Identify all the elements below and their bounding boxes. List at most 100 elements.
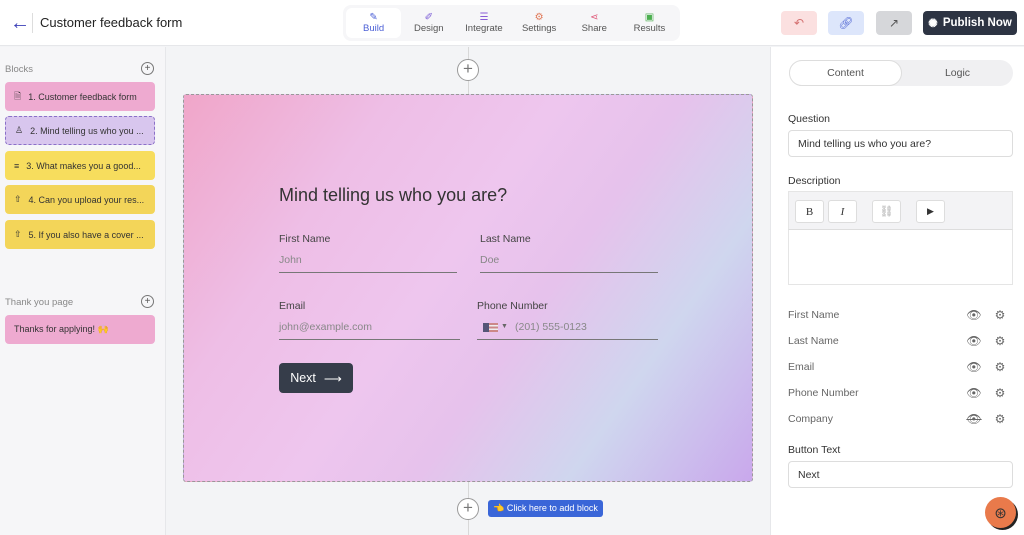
add-block-below-button[interactable]: + xyxy=(457,498,479,520)
arrow-right-icon: ⟶ xyxy=(323,371,342,386)
field-row: Email 👁︎ ⚙ xyxy=(788,358,1013,376)
add-block-above-button[interactable]: + xyxy=(457,59,479,81)
gear-icon[interactable]: ⚙ xyxy=(987,308,1013,322)
tab-design[interactable]: ✐ Design xyxy=(401,8,456,38)
description-editor[interactable] xyxy=(788,229,1013,285)
blocks-sidebar: Blocks + 🗎 1. Customer feedback form ♙ 2. … xyxy=(0,47,166,535)
add-thank-you-icon[interactable]: + xyxy=(141,295,154,308)
field-name: Company xyxy=(788,413,833,425)
bold-button[interactable]: B xyxy=(795,200,824,223)
block-label: Thanks for applying! 🙌 xyxy=(14,324,109,334)
thank-you-item[interactable]: Thanks for applying! 🙌 xyxy=(5,315,155,344)
back-arrow-icon[interactable]: ← xyxy=(10,12,30,35)
text-lines-icon: ≡ xyxy=(14,160,20,171)
block-item[interactable]: ⇧ 5. If you also have a cover ... xyxy=(5,220,155,249)
field-row: Company 👁︎ ⚙ xyxy=(788,410,1013,428)
form-preview-card[interactable]: Mind telling us who you are? First Name … xyxy=(183,94,753,482)
question-title: Mind telling us who you are? xyxy=(279,185,508,205)
field-row: Last Name 👁︎ ⚙ xyxy=(788,332,1013,350)
user-icon: ♙ xyxy=(15,125,24,135)
sparkle-icon: ✺ xyxy=(928,18,938,30)
eye-off-icon[interactable]: 👁︎ xyxy=(961,412,987,426)
add-block-hint-button[interactable]: 👈 Click here to add block xyxy=(488,500,603,517)
field-name: Last Name xyxy=(788,335,839,347)
publish-button[interactable]: ✺ Publish Now xyxy=(923,11,1017,35)
thank-you-heading: Thank you page xyxy=(5,297,74,308)
gear-icon[interactable]: ⚙ xyxy=(987,412,1013,426)
next-button[interactable]: Next ⟶ xyxy=(279,363,353,393)
last-name-label: Last Name xyxy=(480,233,531,245)
eye-icon[interactable]: 👁︎ xyxy=(961,308,987,322)
help-lifebuoy-button[interactable]: ⊛ xyxy=(985,497,1016,528)
add-block-icon[interactable]: + xyxy=(141,62,154,75)
tab-label: Share xyxy=(581,23,607,34)
tab-build[interactable]: ✎ Build xyxy=(346,8,402,38)
tab-label: Integrate xyxy=(465,23,503,34)
block-item[interactable]: ⇧ 4. Can you upload your res... xyxy=(5,185,155,214)
underline xyxy=(480,272,658,273)
lifebuoy-icon: ⊛ xyxy=(994,504,1007,522)
tab-label: Settings xyxy=(521,23,557,34)
eye-icon[interactable]: 👁︎ xyxy=(961,386,987,400)
tab-share[interactable]: ⋖ Share xyxy=(567,8,622,38)
tab-label: Results xyxy=(633,23,666,34)
underline xyxy=(279,339,460,340)
tab-label: Design xyxy=(413,23,444,34)
eye-icon[interactable]: 👁︎ xyxy=(961,334,987,348)
chart-icon: ▣ xyxy=(644,12,655,23)
question-input[interactable]: Mind telling us who you are? xyxy=(788,130,1013,157)
eye-icon[interactable]: 👁︎ xyxy=(961,360,987,374)
upload-icon: ⇧ xyxy=(14,194,22,204)
copy-link-button[interactable]: 🔗︎ xyxy=(828,11,864,35)
field-name: First Name xyxy=(788,309,840,321)
description-label: Description xyxy=(788,175,841,187)
top-bar: ← Customer feedback form ✎ Build ✐ Design … xyxy=(0,0,1024,46)
link-button[interactable]: ⛓ xyxy=(872,200,901,223)
last-name-input[interactable]: Doe xyxy=(480,254,499,266)
divider xyxy=(32,13,33,33)
email-input[interactable]: john@example.com xyxy=(279,321,372,333)
field-row: First Name 👁︎ ⚙ xyxy=(788,306,1013,324)
main-tabs: ✎ Build ✐ Design ☰ Integrate ⚙ Settings ⋖ Sha… xyxy=(343,5,680,41)
phone-input[interactable]: (201) 555-0123 xyxy=(515,321,587,333)
gear-icon: ⚙ xyxy=(534,12,544,23)
button-text-input[interactable]: Next xyxy=(788,461,1013,488)
field-name: Email xyxy=(788,361,815,373)
email-label: Email xyxy=(279,300,306,312)
youtube-button[interactable]: ▶ xyxy=(916,200,945,223)
preview-button[interactable]: ↗ xyxy=(876,11,912,35)
tab-content[interactable]: Content xyxy=(789,60,902,86)
block-label: 2. Mind telling us who you ... xyxy=(30,125,144,136)
next-label: Next xyxy=(290,371,316,385)
sliders-icon: ☰ xyxy=(479,12,489,23)
block-label: 5. If you also have a cover ... xyxy=(28,229,144,240)
editor-toolbar: B I ⛓ ▶ xyxy=(788,191,1013,229)
caret-down-icon[interactable]: ▼ xyxy=(501,323,508,330)
gear-icon[interactable]: ⚙ xyxy=(987,360,1013,374)
block-item[interactable]: ♙ 2. Mind telling us who you ... xyxy=(5,116,155,145)
us-flag-icon[interactable] xyxy=(483,323,498,332)
upload-icon: ⇧ xyxy=(14,229,22,239)
blocks-heading: Blocks xyxy=(5,64,33,75)
phone-label: Phone Number xyxy=(477,300,548,312)
gear-icon[interactable]: ⚙ xyxy=(987,386,1013,400)
block-item[interactable]: ≡ 3. What makes you a good... xyxy=(5,151,155,180)
brush-icon: ✐ xyxy=(424,12,433,23)
publish-label: Publish Now xyxy=(942,17,1012,29)
tab-results[interactable]: ▣ Results xyxy=(622,8,677,38)
italic-button[interactable]: I xyxy=(828,200,857,223)
share-icon: ⋖ xyxy=(590,12,599,23)
tab-logic[interactable]: Logic xyxy=(902,60,1013,86)
first-name-input[interactable]: John xyxy=(279,254,302,266)
underline xyxy=(279,272,457,273)
tab-integrate[interactable]: ☰ Integrate xyxy=(456,8,511,38)
gear-icon[interactable]: ⚙ xyxy=(987,334,1013,348)
underline xyxy=(477,339,658,340)
question-label: Question xyxy=(788,113,831,125)
block-label: 1. Customer feedback form xyxy=(28,91,137,102)
undo-button[interactable]: ↶ xyxy=(781,11,817,35)
tab-settings[interactable]: ⚙ Settings xyxy=(512,8,567,38)
block-item[interactable]: 🗎 1. Customer feedback form xyxy=(5,82,155,111)
block-label: 3. What makes you a good... xyxy=(26,160,141,171)
field-name: Phone Number xyxy=(788,387,859,399)
